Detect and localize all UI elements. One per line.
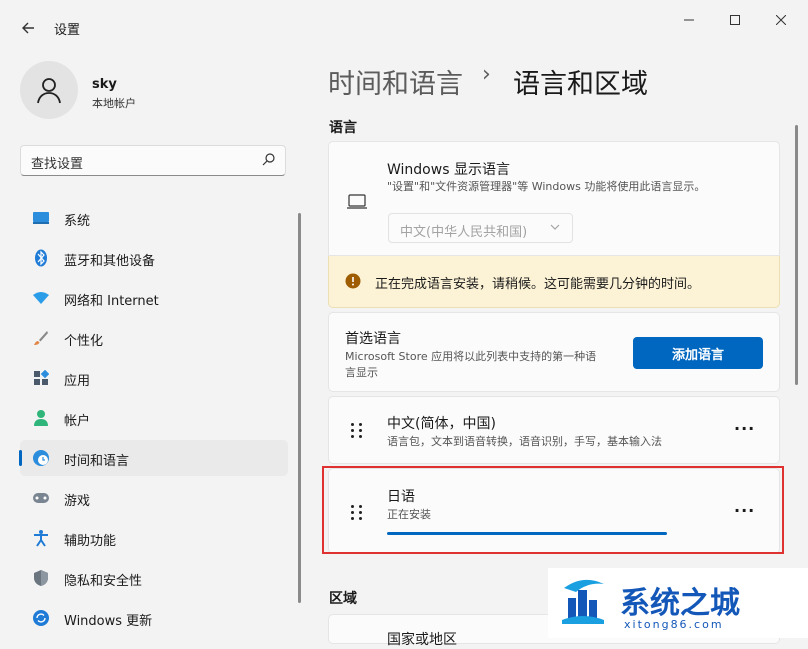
language-features: 语言包，文本到语音转换，语音识别，手写，基本输入法: [387, 435, 662, 448]
main-scrollbar[interactable]: [795, 125, 798, 385]
sidebar-item-label: 帐户: [64, 414, 91, 429]
maximize-icon: [730, 15, 740, 25]
selection-indicator: [19, 450, 22, 466]
highlight-box: [322, 466, 784, 554]
country-region-title: 国家或地区: [387, 632, 457, 648]
display-language-value: 中文(中华人民共和国): [400, 225, 528, 240]
shield-icon: [32, 569, 50, 587]
watermark-title: 系统之城: [620, 586, 740, 621]
display-language-card: Windows 显示语言 "设置"和"文件资源管理器"等 Windows 功能将…: [328, 141, 780, 256]
close-button[interactable]: [758, 6, 804, 34]
sidebar-item-accessibility[interactable]: 辅助功能: [20, 520, 288, 556]
sidebar-item-accounts[interactable]: 帐户: [20, 400, 288, 436]
sidebar-item-label: 辅助功能: [64, 534, 117, 549]
language-item-chinese[interactable]: 中文(简体，中国) 语言包，文本到语音转换，语音识别，手写，基本输入法 ···: [328, 396, 780, 464]
sidebar-item-privacy[interactable]: 隐私和安全性: [20, 560, 288, 596]
search-icon: [262, 153, 275, 166]
gaming-icon: [32, 489, 50, 507]
preferred-languages-description: Microsoft Store 应用将以此列表中支持的第一种语: [345, 350, 597, 363]
search-input[interactable]: 查找设置: [31, 153, 83, 172]
sidebar-item-network[interactable]: 网络和 Internet: [20, 280, 288, 316]
network-icon: [32, 289, 50, 307]
watermark-logo-icon: [562, 579, 604, 624]
display-language-title: Windows 显示语言: [387, 162, 510, 178]
back-arrow-icon: [22, 22, 34, 34]
back-button[interactable]: [12, 14, 44, 42]
sidebar-item-personalization[interactable]: 个性化: [20, 320, 288, 356]
maximize-button[interactable]: [712, 6, 758, 34]
sidebar-item-time-language[interactable]: 时间和语言: [19, 440, 288, 476]
install-warning-banner: 正在完成语言安装，请稍候。这可能需要几分钟的时间。: [328, 256, 780, 308]
sidebar-item-system[interactable]: 系统: [20, 200, 288, 236]
warning-text: 正在完成语言安装，请稍候。这可能需要几分钟的时间。: [375, 277, 701, 292]
minimize-icon: [684, 19, 694, 21]
apps-icon: [32, 369, 50, 387]
breadcrumb-separator: ›: [482, 62, 491, 87]
preferred-languages-description-cont: 言显示: [345, 366, 378, 379]
minimize-button[interactable]: [666, 6, 712, 34]
sidebar-item-label: 隐私和安全性: [64, 574, 143, 589]
app-title: 设置: [54, 23, 81, 38]
accessibility-icon: [32, 529, 50, 547]
drag-handle-icon[interactable]: [351, 423, 363, 438]
title-bar: 设置: [0, 0, 808, 46]
close-icon: [776, 15, 786, 25]
sidebar-item-bluetooth[interactable]: 蓝牙和其他设备: [20, 240, 288, 276]
breadcrumb-parent[interactable]: 时间和语言: [328, 62, 463, 101]
sidebar-item-label: 系统: [64, 214, 91, 229]
warning-icon: [345, 273, 361, 289]
sidebar-item-label: 游戏: [64, 494, 91, 509]
sidebar-item-apps[interactable]: 应用: [20, 360, 288, 396]
display-language-select[interactable]: 中文(中华人民共和国): [388, 213, 573, 243]
avatar[interactable]: [20, 61, 78, 119]
page-title: 语言和区域: [513, 69, 648, 100]
chevron-down-icon: [550, 224, 560, 230]
more-options-button[interactable]: ···: [734, 419, 755, 438]
sidebar-item-label: 个性化: [64, 334, 104, 349]
bluetooth-icon: [32, 249, 50, 267]
sidebar-item-label: 时间和语言: [64, 454, 130, 469]
sidebar-item-label: Windows 更新: [64, 614, 153, 629]
update-icon: [32, 609, 50, 627]
sidebar-scrollbar[interactable]: [298, 213, 301, 603]
time-language-icon: [32, 449, 50, 467]
user-icon: [37, 78, 61, 104]
monitor-icon: [347, 194, 367, 209]
add-language-button[interactable]: 添加语言: [633, 337, 763, 369]
display-language-description: "设置"和"文件资源管理器"等 Windows 功能将使用此语言显示。: [387, 180, 706, 193]
brush-icon: [32, 329, 50, 347]
watermark-url: xitong86.com: [624, 618, 724, 631]
user-name: sky: [92, 77, 117, 92]
watermark: 系统之城 xitong86.com: [548, 568, 808, 638]
language-name: 中文(简体，中国): [387, 416, 496, 432]
sidebar-item-label: 网络和 Internet: [64, 294, 159, 309]
sidebar-item-windows-update[interactable]: Windows 更新: [20, 600, 288, 636]
system-icon: [32, 209, 50, 227]
section-region-heading: 区域: [329, 591, 357, 607]
preferred-languages-title: 首选语言: [345, 331, 401, 347]
search-box[interactable]: 查找设置: [20, 145, 286, 176]
sidebar-item-gaming[interactable]: 游戏: [20, 480, 288, 516]
section-language-heading: 语言: [329, 120, 357, 136]
sidebar-item-label: 蓝牙和其他设备: [64, 254, 156, 269]
preferred-languages-card: 首选语言 Microsoft Store 应用将以此列表中支持的第一种语 言显示…: [328, 312, 780, 392]
sidebar-item-label: 应用: [64, 374, 91, 389]
account-icon: [32, 409, 50, 427]
account-type: 本地帐户: [92, 97, 136, 110]
